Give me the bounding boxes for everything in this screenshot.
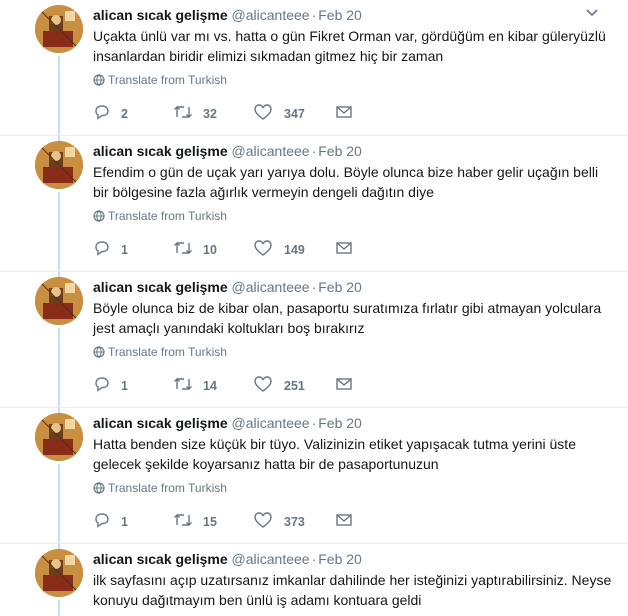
like-count: 251 — [284, 379, 305, 393]
tweet-header: alican sıcak gelişme @alicanteee · Feb 20 — [93, 6, 362, 24]
author-handle[interactable]: @alicanteee — [232, 7, 310, 23]
like-count: 373 — [284, 515, 305, 529]
reply-count: 1 — [121, 515, 128, 529]
translate-link[interactable]: Translate from Turkish — [93, 344, 227, 360]
heart-icon — [254, 104, 272, 120]
tweet-date[interactable]: Feb 20 — [318, 143, 362, 159]
envelope-icon — [336, 378, 352, 390]
avatar[interactable] — [35, 141, 83, 189]
separator-dot: · — [311, 551, 317, 567]
tweet-text: ilk sayfasını açıp uzatırsanız imkanlar … — [93, 572, 612, 608]
tweet[interactable]: alican sıcak gelişme @alicanteee · Feb 20 … — [0, 272, 628, 408]
separator-dot: · — [311, 143, 317, 159]
avatar[interactable] — [35, 549, 83, 597]
retweet-icon — [174, 514, 192, 526]
thread-line — [58, 464, 60, 544]
author-handle[interactable]: @alicanteee — [232, 415, 310, 431]
reply-count: 1 — [121, 243, 128, 257]
tweet-header: alican sıcak gelişme @alicanteee · Feb 20 — [93, 550, 362, 568]
reply-icon — [95, 377, 109, 392]
avatar[interactable] — [35, 413, 83, 461]
envelope-icon — [336, 106, 352, 118]
reply-count: 1 — [121, 379, 128, 393]
globe-icon — [93, 210, 105, 222]
tweet-date[interactable]: Feb 20 — [318, 415, 362, 431]
translate-label: Translate from Turkish — [108, 481, 227, 495]
avatar[interactable] — [35, 5, 83, 53]
retweet-count: 10 — [203, 243, 217, 257]
reply-icon — [95, 513, 109, 528]
globe-icon — [93, 346, 105, 358]
translate-link[interactable]: Translate from Turkish — [93, 480, 227, 496]
thread-line — [58, 328, 60, 408]
author-name[interactable]: alican sıcak gelişme — [93, 279, 228, 295]
heart-icon — [254, 512, 272, 528]
author-name[interactable]: alican sıcak gelişme — [93, 143, 228, 159]
tweet-text: Efendim o gün de uçak yarı yarıya dolu. … — [93, 164, 599, 200]
tweet-date[interactable]: Feb 20 — [318, 7, 362, 23]
reply-icon — [95, 241, 109, 256]
retweet-icon — [174, 242, 192, 254]
globe-icon — [93, 74, 105, 86]
tweet[interactable]: alican sıcak gelişme @alicanteee · Feb 20 … — [0, 0, 628, 136]
tweet-text: Böyle olunca biz de kibar olan, pasaport… — [93, 300, 602, 336]
tweet-header: alican sıcak gelişme @alicanteee · Feb 20 — [93, 414, 362, 432]
translate-label: Translate from Turkish — [108, 209, 227, 223]
author-name[interactable]: alican sıcak gelişme — [93, 415, 228, 431]
like-count: 347 — [284, 107, 305, 121]
tweet-header: alican sıcak gelişme @alicanteee · Feb 20 — [93, 278, 362, 296]
thread-line — [58, 56, 60, 136]
retweet-icon — [174, 378, 192, 390]
like-count: 149 — [284, 243, 305, 257]
separator-dot: · — [311, 279, 317, 295]
tweet[interactable]: alican sıcak gelişme @alicanteee · Feb 20 … — [0, 544, 628, 616]
envelope-icon — [336, 514, 352, 526]
heart-icon — [254, 240, 272, 256]
translate-label: Translate from Turkish — [108, 345, 227, 359]
separator-dot: · — [311, 415, 317, 431]
retweet-count: 14 — [203, 379, 217, 393]
author-handle[interactable]: @alicanteee — [232, 279, 310, 295]
heart-icon — [254, 376, 272, 392]
tweet-text: Uçakta ünlü var mı vs. hatta o gün Fikre… — [93, 28, 606, 64]
thread-line — [58, 192, 60, 272]
author-name[interactable]: alican sıcak gelişme — [93, 551, 228, 567]
avatar[interactable] — [35, 277, 83, 325]
reply-icon — [95, 105, 109, 120]
author-handle[interactable]: @alicanteee — [232, 551, 310, 567]
retweet-count: 32 — [203, 107, 217, 121]
chevron-down-icon[interactable] — [585, 6, 599, 20]
tweet[interactable]: alican sıcak gelişme @alicanteee · Feb 20 … — [0, 408, 628, 544]
translate-label: Translate from Turkish — [108, 73, 227, 87]
separator-dot: · — [311, 7, 317, 23]
translate-link[interactable]: Translate from Turkish — [93, 72, 227, 88]
tweet-date[interactable]: Feb 20 — [318, 551, 362, 567]
translate-link[interactable]: Translate from Turkish — [93, 208, 227, 224]
retweet-count: 15 — [203, 515, 217, 529]
reply-count: 2 — [121, 107, 128, 121]
envelope-icon — [336, 242, 352, 254]
retweet-icon — [174, 106, 192, 118]
author-handle[interactable]: @alicanteee — [232, 143, 310, 159]
tweet[interactable]: alican sıcak gelişme @alicanteee · Feb 20 … — [0, 136, 628, 272]
globe-icon — [93, 482, 105, 494]
tweet-date[interactable]: Feb 20 — [318, 279, 362, 295]
tweet-header: alican sıcak gelişme @alicanteee · Feb 20 — [93, 142, 362, 160]
tweet-text: Hatta benden size küçük bir tüyo. Valizi… — [93, 436, 576, 472]
thread-line — [58, 600, 60, 616]
author-name[interactable]: alican sıcak gelişme — [93, 7, 228, 23]
